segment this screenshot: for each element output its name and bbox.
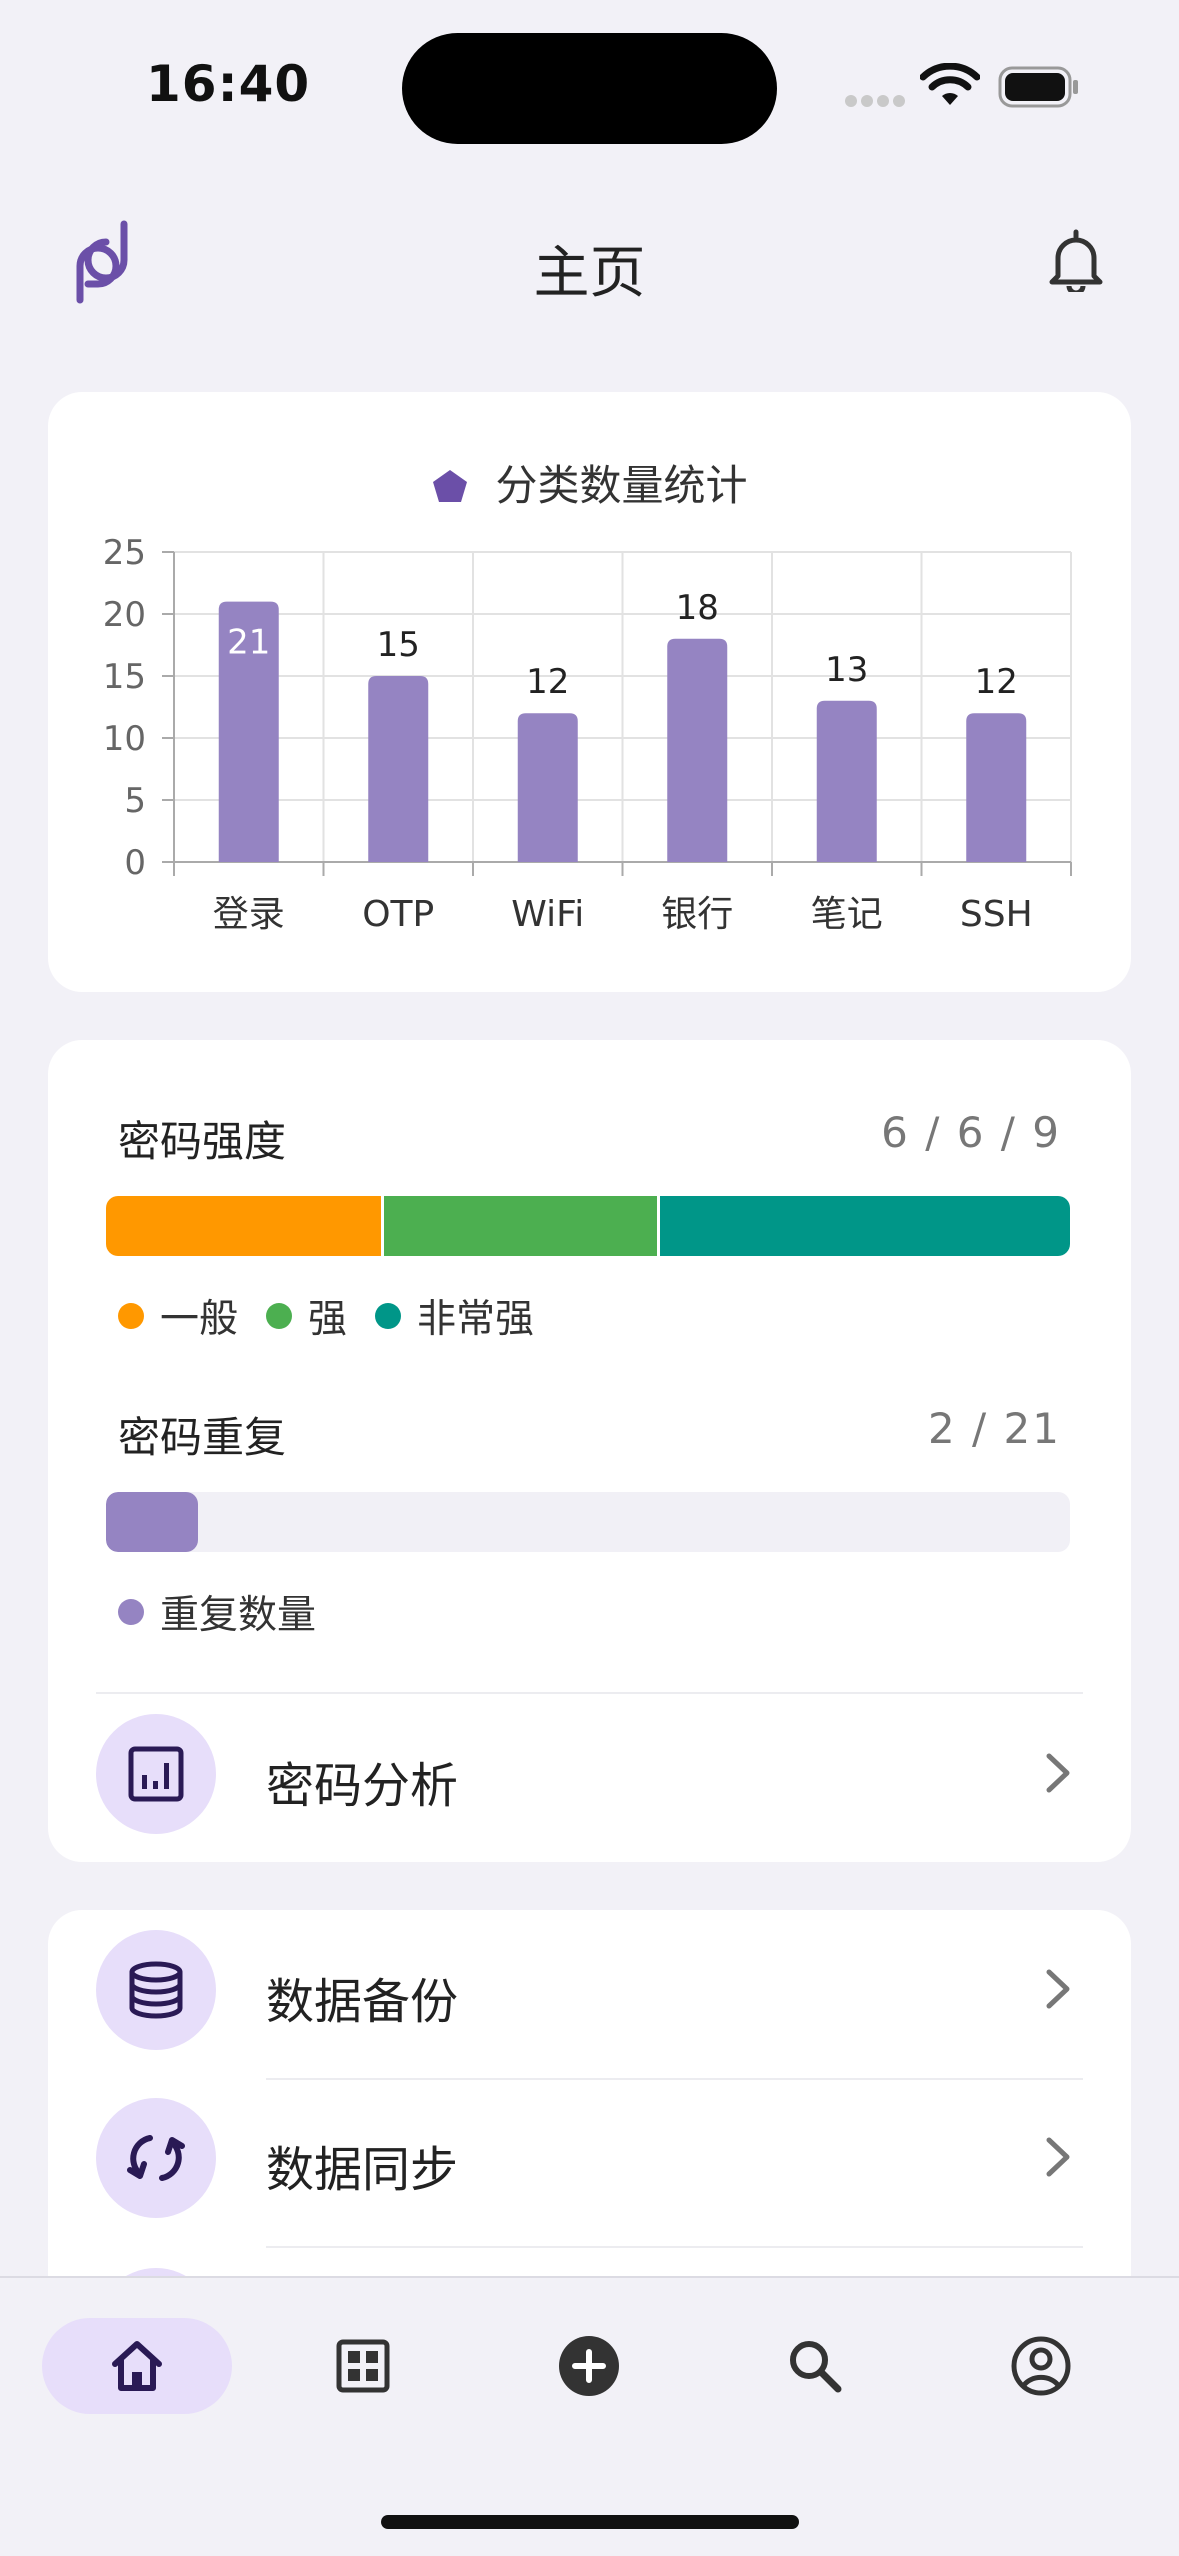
x-tick-label: 登录	[213, 894, 285, 935]
notification-bell-icon[interactable]	[1048, 228, 1104, 292]
nav-search[interactable]	[720, 2318, 910, 2414]
chart-legend: 分类数量统计	[48, 452, 1131, 513]
legend-label: 一般	[160, 1297, 239, 1342]
duplicate-progress-fill	[106, 1492, 198, 1552]
bar-value-label: 13	[825, 650, 868, 690]
page-title: 主页	[533, 241, 646, 306]
cellular-signal-icon	[845, 95, 905, 107]
strength-legend: 一般 强 非常强	[118, 1288, 562, 1344]
password-health-card: 密码强度 6 / 6 / 9 一般 强 非常强 密码重复 2 / 21 重复数量	[48, 1040, 1131, 1862]
x-tick-label: OTP	[362, 894, 434, 935]
database-icon	[129, 1961, 183, 2019]
icon-container	[96, 1930, 216, 2050]
chart-bar	[517, 713, 578, 862]
y-tick-label: 25	[103, 533, 146, 573]
x-tick-label: SSH	[960, 894, 1033, 935]
x-tick-label: 笔记	[811, 894, 883, 935]
strength-stacked-bar	[106, 1196, 1070, 1256]
row-label: 密码分析	[266, 1758, 459, 1814]
chart-bar	[368, 676, 429, 862]
battery-icon	[998, 66, 1078, 108]
nav-add[interactable]	[494, 2318, 684, 2414]
legend-label: 重复数量	[160, 1593, 317, 1638]
home-icon	[112, 2341, 162, 2391]
duplicate-progress-bar	[106, 1492, 1070, 1552]
duplicate-value: 2 / 21	[927, 1404, 1061, 1453]
pentagon-legend-icon	[433, 470, 468, 502]
data-backup-row[interactable]: 数据备份	[48, 1910, 1131, 2070]
grid-icon	[336, 2339, 390, 2393]
dynamic-island	[402, 33, 777, 144]
chart-title: 分类数量统计	[495, 461, 748, 510]
icon-container	[96, 1714, 216, 1834]
icon-container	[96, 2098, 216, 2218]
bar-value-label: 18	[676, 588, 719, 628]
duplicate-title: 密码重复	[118, 1413, 287, 1462]
chevron-right-icon	[1046, 2137, 1070, 2177]
duplicate-legend: 重复数量	[118, 1584, 344, 1640]
add-circle-icon	[559, 2336, 619, 2396]
y-tick-label: 10	[103, 719, 146, 759]
bar-value-label: 12	[526, 662, 569, 702]
analytics-icon	[128, 1746, 184, 1802]
wifi-icon	[920, 63, 980, 105]
legend-dot	[375, 1303, 402, 1329]
category-stats-card: 0 5 10 15 20 25 21 登录 15 OTP 12 WiFi 18 银行 13 笔记 12 SSH 分…	[48, 392, 1131, 992]
strength-value: 6 / 6 / 9	[881, 1108, 1061, 1157]
nav-apps[interactable]	[268, 2318, 458, 2414]
home-indicator	[381, 2515, 799, 2529]
password-analysis-row[interactable]: 密码分析	[48, 1694, 1131, 1854]
chart-bar	[816, 700, 877, 862]
nav-account[interactable]	[946, 2318, 1136, 2414]
y-tick-label: 20	[103, 595, 146, 635]
y-tick-label: 0	[124, 843, 146, 883]
legend-label: 非常强	[417, 1297, 535, 1342]
chevron-right-icon	[1046, 1753, 1070, 1793]
legend-item-normal: 一般	[118, 1288, 238, 1344]
legend-dot	[266, 1303, 293, 1329]
strength-segment-strong	[381, 1196, 657, 1256]
chart-bar	[966, 713, 1027, 862]
chevron-right-icon	[1046, 1969, 1070, 2009]
x-tick-label: WiFi	[511, 894, 584, 935]
strength-title: 密码强度	[118, 1117, 287, 1166]
bar-value-label: 15	[377, 625, 420, 665]
sync-icon	[127, 2135, 185, 2181]
row-label: 数据同步	[266, 2142, 459, 2198]
legend-dot	[118, 1599, 144, 1625]
x-tick-label: 银行	[661, 894, 733, 935]
row-label: 数据备份	[266, 1974, 459, 2030]
y-tick-label: 15	[103, 657, 146, 697]
search-icon	[790, 2341, 842, 2393]
nav-home[interactable]	[42, 2318, 232, 2414]
status-time: 16:40	[146, 55, 311, 113]
bar-value-label: 21	[227, 623, 270, 663]
bar-value-label: 12	[975, 662, 1018, 702]
legend-label: 强	[308, 1297, 348, 1342]
strength-segment-very-strong	[656, 1196, 1070, 1256]
legend-item-strong: 强	[266, 1288, 347, 1344]
legend-dot	[118, 1303, 144, 1329]
legend-item-very-strong: 非常强	[375, 1288, 534, 1344]
account-circle-icon	[1011, 2336, 1071, 2396]
home-screen: 16:40 主页 0 5 10 15 20 25 21 登录 15 OTP 12 WiFi 18 银行 13…	[0, 0, 1179, 2556]
divider	[266, 2246, 1083, 2248]
y-tick-label: 5	[124, 781, 146, 821]
data-sync-row[interactable]: 数据同步	[48, 2078, 1131, 2238]
chart-bar	[667, 638, 728, 862]
legend-item-duplicate: 重复数量	[118, 1584, 316, 1640]
strength-segment-normal	[106, 1196, 382, 1256]
bottom-navigation	[0, 2276, 1179, 2556]
